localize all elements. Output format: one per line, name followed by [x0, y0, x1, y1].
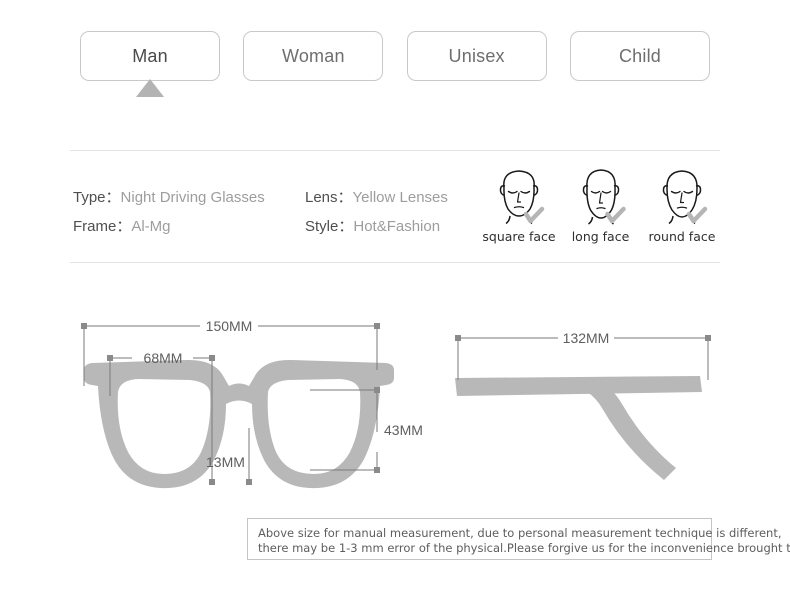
spec-style-key: Style： — [305, 218, 354, 235]
spec-lens: Lens：Yellow Lenses — [305, 188, 473, 208]
measurement-diagram: 150MM 68MM 43MM 13MM 132MM — [0, 300, 790, 510]
tab-child-label: Child — [618, 45, 661, 66]
active-tab-marker-icon — [136, 79, 164, 97]
face-shape-list: square face long face round face — [482, 160, 718, 244]
dimension-bridge-width-label: 13MM — [206, 454, 245, 470]
tab-man-label: Man — [132, 45, 168, 66]
spec-style-value: Hot&Fashion — [353, 218, 441, 235]
tab-woman[interactable]: Woman — [243, 31, 384, 81]
spec-style: Style：Hot&Fashion — [305, 217, 473, 237]
round-face-icon — [662, 170, 708, 225]
face-shape-square-label: square face — [482, 229, 556, 244]
dimension-lens-width-label: 68MM — [144, 350, 183, 366]
dimension-temple-length: 132MM — [455, 330, 711, 380]
spec-type-key: Type： — [73, 189, 121, 206]
glasses-temple-illustration — [455, 376, 702, 480]
tab-unisex-label: Unisex — [448, 45, 505, 66]
spec-frame-value: Al-Mg — [131, 218, 171, 235]
spec-type-value: Night Driving Glasses — [120, 189, 265, 206]
dimension-temple-length-label: 132MM — [563, 330, 610, 346]
gender-tab-bar: Man Woman Unisex Child — [80, 31, 710, 97]
product-spec-list: Type：Night Driving Glasses Lens：Yellow L… — [73, 188, 473, 237]
spec-frame-key: Frame： — [73, 218, 132, 235]
tab-woman-label: Woman — [281, 45, 345, 66]
dimension-total-width-label: 150MM — [206, 318, 253, 334]
divider-top — [70, 150, 720, 151]
disclaimer-line-2: there may be 1-3 mm error of the physica… — [258, 540, 790, 555]
face-shape-round-label: round face — [648, 229, 716, 244]
tab-child[interactable]: Child — [569, 31, 710, 81]
tab-unisex[interactable]: Unisex — [406, 31, 547, 81]
face-shape-long: long face — [565, 160, 637, 244]
measurement-disclaimer: Above size for manual measurement, due t… — [247, 518, 790, 560]
spec-lens-key: Lens： — [305, 189, 353, 206]
dimension-lens-height-label: 43MM — [384, 422, 423, 438]
face-shape-square: square face — [482, 160, 556, 244]
spec-type: Type：Night Driving Glasses — [73, 188, 305, 208]
face-shape-long-label: long face — [571, 229, 630, 244]
spec-lens-value: Yellow Lenses — [352, 189, 448, 206]
square-face-icon — [499, 170, 545, 225]
spec-frame: Frame：Al-Mg — [73, 217, 305, 237]
face-shape-round: round face — [646, 160, 718, 244]
long-face-icon — [582, 169, 626, 225]
tab-man[interactable]: Man — [80, 31, 220, 97]
disclaimer-line-1: Above size for manual measurement, due t… — [258, 526, 782, 540]
divider-bottom — [70, 262, 720, 263]
